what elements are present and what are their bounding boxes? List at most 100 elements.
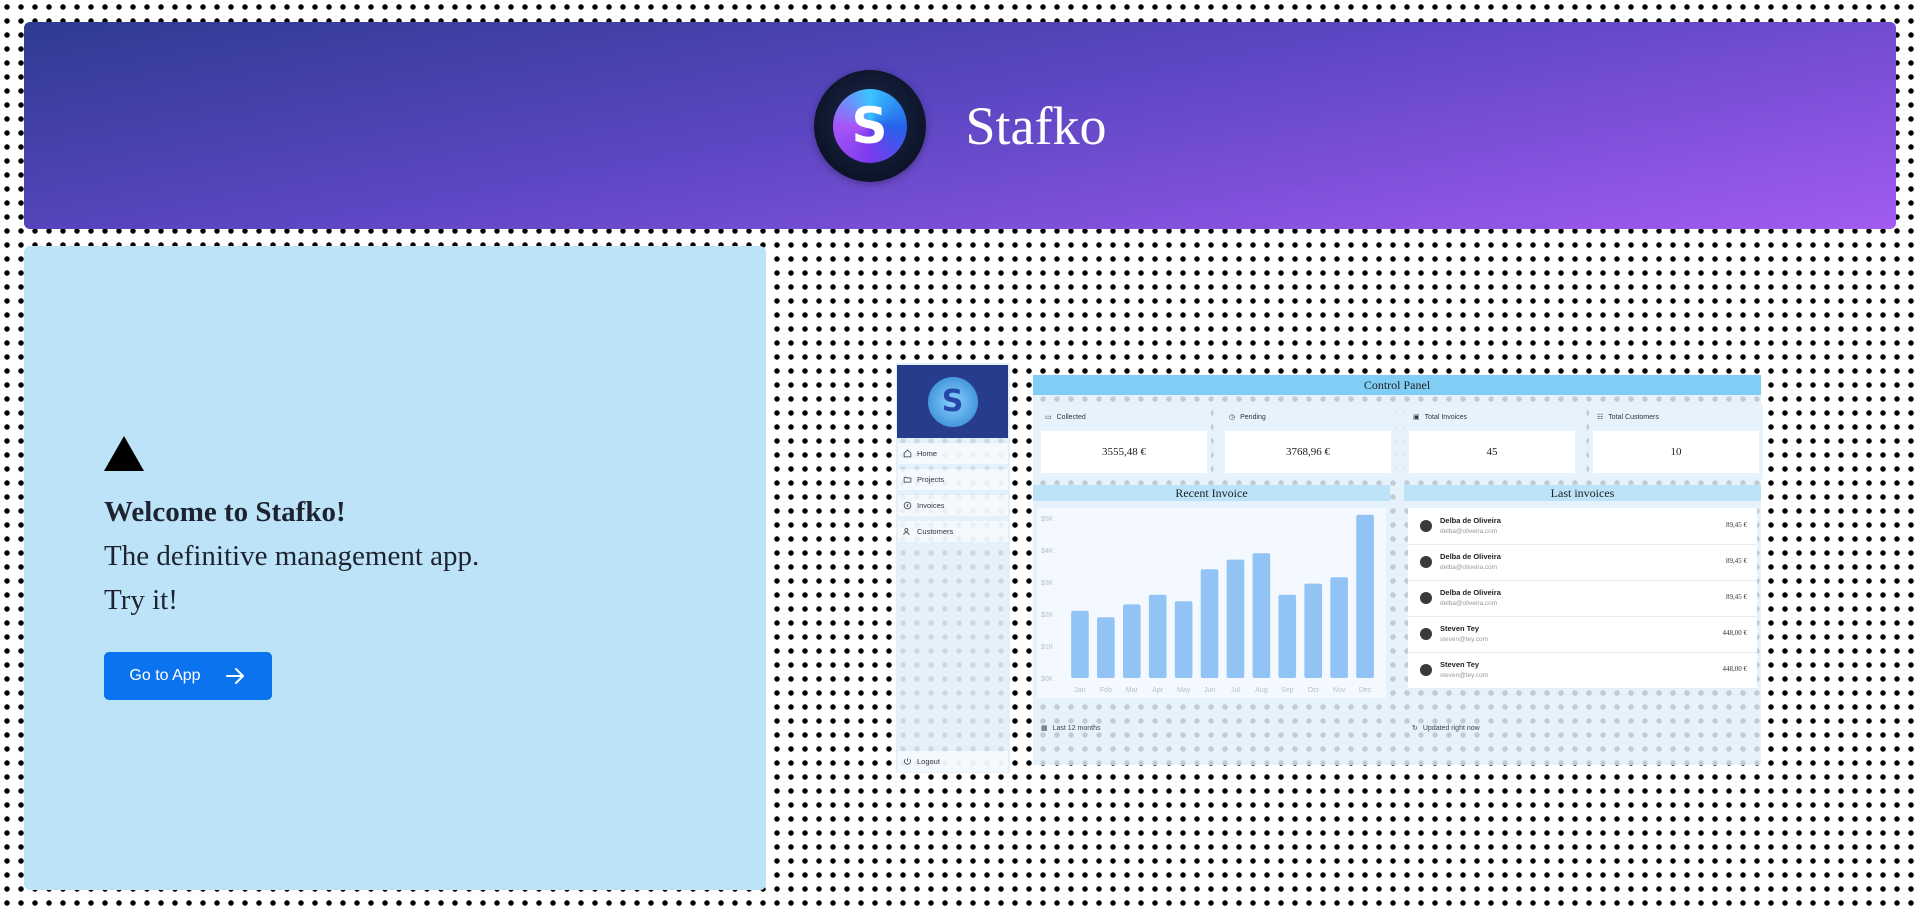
revenue-chart-svg: $0K $1K $2K $3K $4K $5K Jan Feb Mar Apr May Jun Jul A…: [1041, 514, 1374, 694]
x-tick-label: Apr: [1152, 687, 1164, 694]
folder-icon: [903, 476, 912, 483]
invoice-amount: 448,00 €: [1722, 629, 1748, 637]
invoice-name: Delba de Oliveira: [1440, 516, 1501, 525]
sidebar-item-label: Projects: [917, 475, 945, 484]
banknote-icon: ▭: [1045, 414, 1052, 421]
power-icon: [904, 758, 911, 765]
preview-logo: S: [897, 365, 1008, 438]
chart-bar: [1252, 553, 1271, 678]
users-icon: ☷: [1597, 414, 1604, 421]
invoice-row[interactable]: Delba de Oliveira delba@oliveira.com 89,…: [1408, 580, 1757, 617]
sidebar-item-invoices[interactable]: Invoices: [898, 495, 1008, 516]
go-to-app-button[interactable]: Go to App: [104, 652, 272, 700]
list-footer: ↻ Updated right now: [1412, 724, 1480, 733]
x-tick-label: May: [1177, 687, 1191, 694]
chart-bar: [1174, 601, 1193, 678]
refresh-icon: ↻: [1412, 725, 1418, 732]
avatar: [1420, 664, 1432, 676]
stafko-logo-icon: S: [813, 69, 926, 182]
stat-value: 10: [1593, 431, 1759, 473]
invoice-row[interactable]: Delba de Oliveira delba@oliveira.com 89,…: [1408, 508, 1757, 545]
stat-label: Pending: [1240, 413, 1266, 421]
avatar: [1420, 592, 1432, 604]
x-tick-label: Sep: [1281, 687, 1294, 694]
clock-icon: ◷: [1229, 414, 1236, 421]
recent-invoice-title: Recent Invoice: [1033, 485, 1390, 501]
y-tick-label: $5K: [1041, 516, 1054, 523]
control-panel-title: Control Panel: [1033, 375, 1761, 395]
avatar: [1420, 556, 1432, 568]
invoice-row[interactable]: Delba de Oliveira delba@oliveira.com 89,…: [1408, 544, 1757, 581]
brand-name: Stafko: [965, 95, 1107, 156]
welcome-cta-text: Try it!: [104, 584, 178, 616]
y-tick-label: $1K: [1041, 644, 1054, 651]
sidebar-item-label: Invoices: [917, 501, 945, 510]
home-icon: [903, 449, 912, 458]
logout-button[interactable]: Logout: [898, 751, 1008, 772]
stafko-logo-icon: S: [927, 376, 978, 427]
y-tick-label: $0K: [1041, 676, 1054, 683]
inbox-icon: ▣: [1413, 414, 1420, 421]
chart-bar: [1148, 594, 1167, 678]
invoice-name: Delba de Oliveira: [1440, 588, 1501, 597]
welcome-panel: Welcome to Stafko! The definitive manage…: [24, 246, 766, 890]
chart-bar: [1071, 610, 1089, 678]
last-invoices-title: Last invoices: [1404, 485, 1761, 501]
app-preview: S Home Projects Invoices Customers Logou…: [896, 360, 1783, 778]
preview-main: Control Panel ▭ Collected 3555,48 € ◷ Pend…: [1033, 375, 1763, 765]
x-tick-label: Dec: [1359, 687, 1372, 694]
revenue-chart: $0K $1K $2K $3K $4K $5K Jan Feb Mar Apr May Jun Jul A…: [1037, 508, 1386, 698]
stat-card-collected: ▭ Collected 3555,48 €: [1037, 405, 1211, 479]
invoice-email: delba@oliveira.com: [1440, 528, 1498, 535]
chart-bar: [1304, 583, 1323, 678]
invoice-name: Steven Tey: [1440, 660, 1480, 669]
chart-bar: [1356, 514, 1374, 678]
invoice-email: delba@oliveira.com: [1440, 564, 1498, 571]
logo-letter: S: [832, 88, 907, 163]
welcome-title: Welcome to Stafko!: [104, 496, 346, 528]
invoice-amount: 89,45 €: [1726, 557, 1747, 565]
stat-value: 3768,96 €: [1225, 431, 1391, 473]
users-icon: [903, 528, 910, 535]
invoice-icon: [903, 501, 912, 510]
stat-label: Total Invoices: [1424, 413, 1468, 421]
invoice-email: steven@tey.com: [1440, 636, 1489, 643]
chart-bar: [1330, 577, 1348, 678]
invoice-row[interactable]: Steven Tey steven@tey.com 448,00 €: [1408, 616, 1757, 653]
invoice-name: Delba de Oliveira: [1440, 552, 1501, 561]
preview-sidebar: S Home Projects Invoices Customers Logou…: [896, 363, 1010, 773]
chart-bar: [1200, 569, 1219, 678]
stat-label: Total Customers: [1608, 413, 1659, 421]
sidebar-item-label: Home: [917, 449, 938, 458]
x-tick-label: Jun: [1204, 687, 1215, 694]
logout-label: Logout: [917, 757, 940, 766]
x-tick-label: Aug: [1255, 687, 1268, 694]
chart-footer: ▦ Last 12 months: [1041, 724, 1101, 733]
x-tick-label: Feb: [1100, 687, 1112, 694]
stat-value: 45: [1409, 431, 1575, 473]
chart-bar: [1278, 594, 1297, 678]
sidebar-item-customers[interactable]: Customers: [898, 521, 1008, 542]
invoice-email: steven@tey.com: [1440, 672, 1489, 679]
welcome-subtitle: The definitive management app.: [104, 540, 480, 572]
arrow-right-icon: [225, 668, 244, 684]
invoice-email: delba@oliveira.com: [1440, 600, 1498, 607]
y-tick-label: $3K: [1041, 580, 1054, 587]
avatar: [1420, 520, 1432, 532]
sidebar-item-home[interactable]: Home: [898, 443, 1008, 464]
invoice-amount: 89,45 €: [1726, 593, 1747, 601]
chart-bar: [1226, 559, 1245, 678]
invoice-row[interactable]: Steven Tey steven@tey.com 448,00 €: [1408, 652, 1757, 689]
sidebar-item-projects[interactable]: Projects: [898, 469, 1008, 490]
stat-card-pending: ◷ Pending 3768,96 €: [1221, 405, 1395, 479]
x-tick-label: Jan: [1074, 687, 1085, 694]
avatar: [1420, 628, 1432, 640]
y-tick-label: $4K: [1041, 548, 1054, 555]
last-invoices-list: Delba de Oliveira delba@oliveira.com 89,…: [1408, 508, 1757, 689]
stat-card-total-invoices: ▣ Total Invoices 45: [1405, 405, 1579, 479]
x-tick-label: Oct: [1308, 687, 1319, 694]
chart-bar: [1122, 604, 1141, 678]
stat-label: Collected: [1056, 413, 1086, 421]
calendar-icon: ▦: [1041, 725, 1048, 732]
hero-banner: S Stafko: [24, 22, 1896, 229]
